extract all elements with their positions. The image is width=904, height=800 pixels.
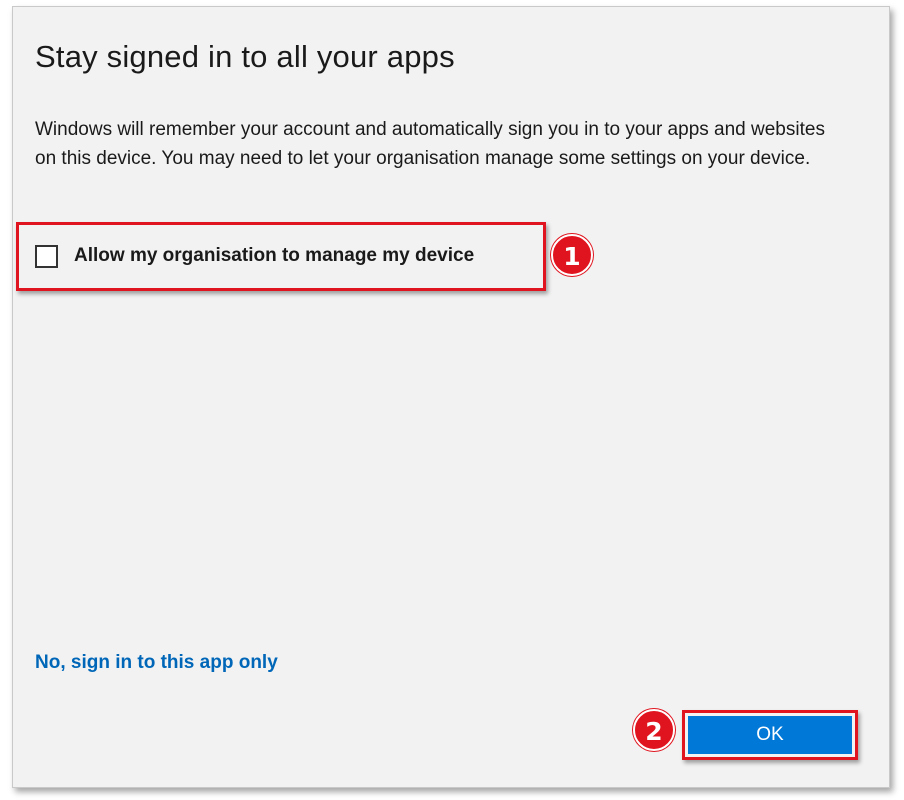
stay-signed-in-dialog: Stay signed in to all your apps Windows …	[12, 6, 890, 788]
dialog-description: Windows will remember your account and a…	[35, 119, 825, 169]
step-1-badge: 1	[551, 234, 593, 276]
dialog-title: Stay signed in to all your apps	[35, 39, 455, 74]
sign-in-this-app-only-link[interactable]: No, sign in to this app only	[35, 652, 278, 674]
manage-device-checkbox-row[interactable]: Allow my organisation to manage my devic…	[35, 241, 474, 271]
manage-device-checkbox[interactable]	[35, 244, 58, 268]
ok-button[interactable]: OK	[688, 716, 852, 754]
manage-device-checkbox-label[interactable]: Allow my organisation to manage my devic…	[74, 245, 474, 267]
step-2-badge: 2	[633, 709, 675, 751]
